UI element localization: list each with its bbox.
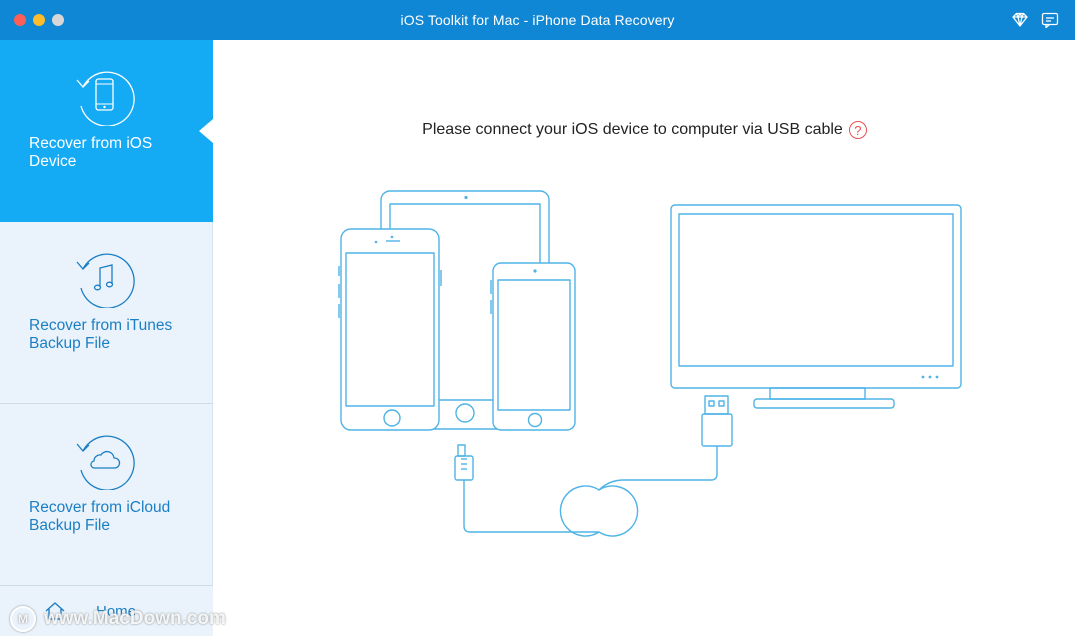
sidebar: Recover from iOS Device Recover from iTu…: [0, 40, 213, 636]
sidebar-item-itunes-backup[interactable]: Recover from iTunes Backup File: [0, 222, 213, 404]
small-iphone-illustration: [490, 262, 576, 431]
window-title: iOS Toolkit for Mac - iPhone Data Recove…: [400, 12, 675, 28]
device-connection-illustration: [338, 190, 962, 537]
watermark-logo: M: [10, 606, 36, 632]
watermark: Mwww.MacDown.com: [10, 606, 226, 632]
music-restore-icon: [76, 253, 135, 308]
sidebar-item-ios-device[interactable]: Recover from iOS Device: [0, 40, 213, 222]
phone-restore-icon: [76, 71, 135, 126]
diamond-icon[interactable]: [1010, 10, 1030, 30]
sidebar-item-label: Recover from iCloud Backup File: [29, 499, 171, 534]
sidebar-item-label: Recover from iTunes Backup File: [29, 317, 173, 352]
main-panel: Please connect your iOS device to comput…: [214, 40, 1075, 636]
cloud-restore-icon: [76, 435, 135, 490]
watermark-text: www.MacDown.com: [44, 608, 226, 630]
active-indicator: [199, 119, 213, 143]
sidebar-item-label: Recover from iOS Device: [29, 135, 153, 170]
title-bar: iOS Toolkit for Mac - iPhone Data Recove…: [0, 0, 1075, 40]
feedback-icon[interactable]: [1040, 10, 1060, 30]
large-iphone-illustration: [338, 228, 442, 431]
monitor-illustration: [670, 204, 962, 409]
sidebar-item-icloud-backup[interactable]: Recover from iCloud Backup File: [0, 404, 213, 586]
